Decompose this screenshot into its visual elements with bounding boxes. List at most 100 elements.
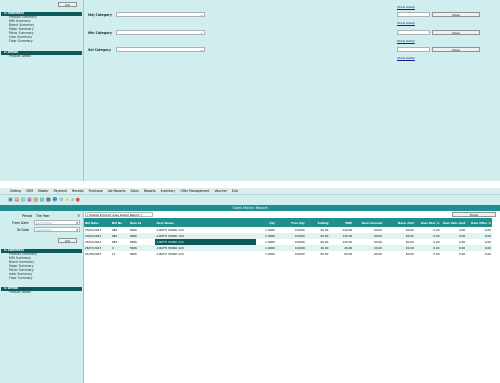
filter-label: Min Category	[88, 31, 112, 35]
col-header[interactable]: Bill No	[111, 218, 129, 227]
table-cell: 60.00	[405, 252, 414, 256]
to-date-label: To Date	[17, 228, 29, 232]
table-cell: 1.0000	[265, 252, 275, 256]
period-value[interactable]: The Year	[36, 214, 50, 218]
to-date-value: 30/06/2023	[36, 228, 53, 232]
top-sidebar: GO ⊟ Summary Product Summary MRI Summary…	[0, 0, 84, 181]
col-header[interactable]: Selling	[306, 218, 330, 227]
col-header[interactable]: Item Name	[155, 218, 256, 227]
maj-category-select[interactable]: ⌄	[116, 12, 205, 17]
menu-item[interactable]: Voucher	[214, 189, 227, 193]
menu-item[interactable]: Sales	[131, 189, 139, 193]
show-detail-link[interactable]: Show Detail	[397, 21, 415, 25]
table-cell: 60.00	[320, 252, 329, 256]
table-cell: 0.00	[484, 252, 491, 256]
report-area: ( Mobile Product wise Detail Report ) Ex…	[84, 211, 500, 383]
tree-item[interactable]: Product Detail	[9, 290, 31, 294]
menu-item[interactable]: Offer Management	[180, 189, 209, 193]
list-icon[interactable]: ▥	[21, 197, 26, 203]
table-header-row: Bill Date Bill No Item Id Item Name Qty …	[84, 218, 492, 227]
page-title: Sales Matrix Report	[232, 206, 268, 210]
users-icon[interactable]: ▤	[14, 197, 19, 203]
right-input-2[interactable]	[397, 30, 430, 35]
search-icon[interactable]: ⌕	[71, 197, 74, 203]
table-row[interactable]: 01/08/2023 17 3666 A BATTI STAND 120 1.0000 0…	[84, 251, 492, 257]
excel-export-button[interactable]: Excel	[452, 212, 496, 217]
table-cell: 60.00	[344, 252, 353, 256]
menu-item[interactable]: Setting	[10, 189, 21, 193]
table-cell: 3666	[129, 252, 137, 256]
table-cell: 0.00	[458, 252, 466, 256]
chevron-down-icon: ⌄	[200, 31, 203, 35]
star-icon[interactable]: ★	[65, 197, 69, 203]
to-date-field[interactable]: 30/06/2023 ▾	[34, 227, 80, 232]
col-header[interactable]: Free Qty	[276, 218, 306, 227]
menu-item[interactable]: Inventory	[161, 189, 176, 193]
close-icon[interactable]: ✕	[77, 213, 80, 218]
settings-icon[interactable]: ⚙	[59, 197, 63, 203]
chevron-down-icon: ⌄	[200, 48, 203, 52]
show-detail-link[interactable]: Show Detail	[397, 5, 415, 9]
menu-item[interactable]: Ast Reports	[108, 189, 126, 193]
col-header[interactable]: Qty	[256, 218, 276, 227]
col-header[interactable]: Item Id	[129, 218, 156, 227]
menu-item[interactable]: Reports	[144, 189, 156, 193]
menu-item[interactable]: Payment	[54, 189, 68, 193]
col-header[interactable]: Item Amount	[353, 218, 383, 227]
menu-item[interactable]: Exit	[232, 189, 238, 193]
top-go-button[interactable]: GO	[58, 2, 77, 7]
bottom-go-button[interactable]: GO	[58, 238, 77, 243]
table-cell: 17	[111, 252, 116, 256]
chevron-down-icon: ⌄	[200, 13, 203, 17]
bottom-window: Setting CRM Master Payment Receipt Purch…	[0, 188, 500, 383]
tree-item[interactable]: Product Detail	[9, 54, 31, 58]
help-icon[interactable]: ●	[76, 197, 80, 203]
menu-item[interactable]: Receipt	[72, 189, 84, 193]
calendar-icon[interactable]: ▾	[76, 228, 78, 232]
table-cell: 0.00	[433, 252, 440, 256]
clear-button[interactable]: Clear	[432, 30, 480, 35]
home-icon[interactable]: ▣	[8, 197, 13, 203]
inventory-icon[interactable]: ▨	[40, 197, 45, 203]
report-table: Bill Date Bill No Item Id Item Name Qty …	[84, 218, 492, 257]
menu-item[interactable]: Purchase	[89, 189, 103, 193]
show-detail-link[interactable]: Show Detail	[397, 39, 415, 43]
sel-category-select[interactable]: ⌄	[116, 47, 205, 52]
col-header[interactable]: Basic Amt	[383, 218, 415, 227]
calendar-icon[interactable]: ▾	[76, 221, 78, 225]
period-label: Period	[22, 214, 32, 218]
min-category-select[interactable]: ⌄	[116, 30, 205, 35]
filter-label: Maj Category	[88, 13, 112, 17]
clear-button[interactable]: Clear	[432, 47, 480, 52]
breadcrumb-text: ( Mobile Product wise Detail Report )	[87, 213, 142, 217]
cart-icon[interactable]: ▩	[46, 197, 51, 203]
chart-icon[interactable]: ▧	[33, 197, 38, 203]
col-header[interactable]: Item Offer %	[466, 218, 492, 227]
tree-item[interactable]: Floor Summary	[9, 276, 33, 280]
table-cell: 0.0000	[294, 252, 305, 256]
top-window: GO ⊟ Summary Product Summary MRI Summary…	[0, 0, 500, 181]
breadcrumb: ( Mobile Product wise Detail Report )	[85, 212, 153, 217]
table-cell: 01/08/2023	[85, 252, 102, 256]
user-icon[interactable]: ☻	[52, 197, 57, 203]
col-header[interactable]: Bill Date	[84, 218, 111, 227]
table-cell: 60.00	[374, 252, 383, 256]
menu-item[interactable]: CRM	[26, 189, 33, 193]
from-date-label: From Date	[12, 221, 29, 225]
right-input-3[interactable]	[397, 47, 430, 52]
col-header[interactable]: Item Disc %	[415, 218, 441, 227]
from-date-value: 01/07/2022	[36, 221, 53, 225]
filter-label: Sel Category	[88, 48, 111, 52]
toolbar: ▣ ▤ ▥ ▦ ▧ ▨ ▩ ☻ ⚙ ★ ⌕ ●	[8, 196, 188, 204]
table-cell: A BATTI STAND 120	[156, 252, 184, 256]
from-date-field[interactable]: 01/07/2022 ▾	[34, 220, 80, 225]
menu-item[interactable]: Master	[38, 189, 49, 193]
col-header[interactable]: MRP	[329, 218, 353, 227]
clear-button[interactable]: Clear	[432, 12, 480, 17]
right-input-1[interactable]	[397, 12, 430, 17]
col-header[interactable]: Item Disc Amt	[441, 218, 467, 227]
report-icon[interactable]: ▦	[27, 197, 32, 203]
show-detail-link[interactable]: Show Detail	[397, 56, 415, 60]
tree-item[interactable]: Floor Summary	[9, 39, 33, 43]
bottom-sidebar: Period The Year ✕ From Date 01/07/2022 ▾ …	[0, 211, 84, 383]
